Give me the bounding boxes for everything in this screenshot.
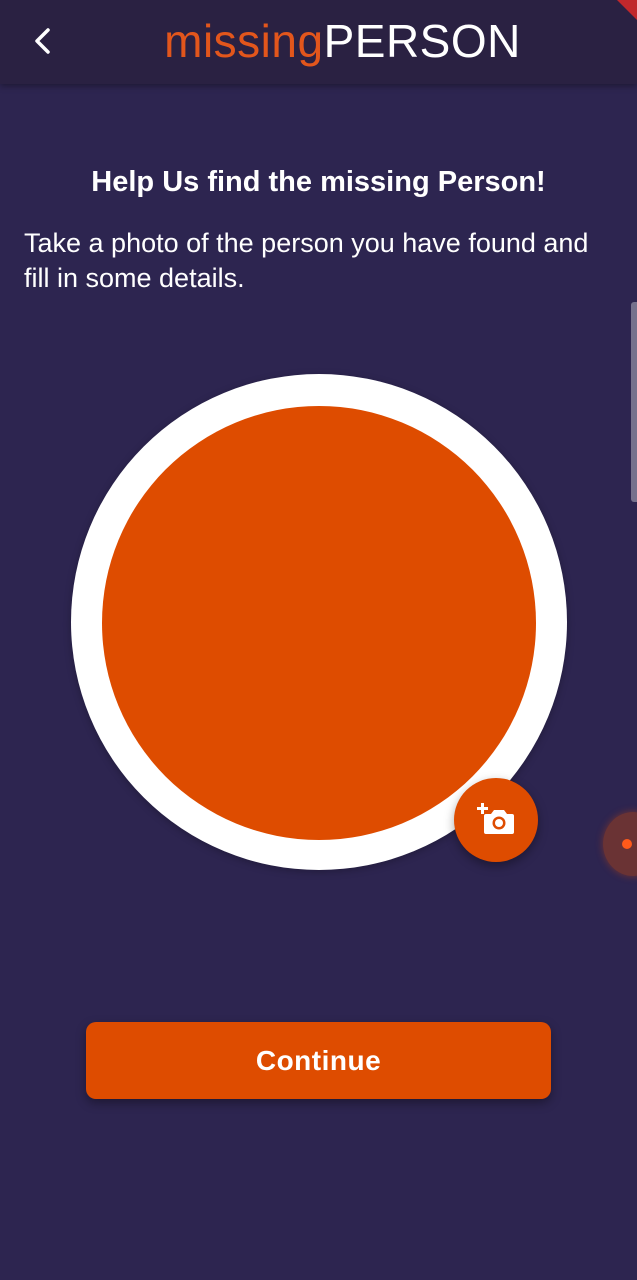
instructions-text: Take a photo of the person you have foun…: [24, 228, 589, 293]
add-camera-icon: [477, 803, 514, 834]
app-logo: missingPERSON: [0, 14, 637, 68]
bubble-dot: [622, 839, 632, 849]
scrollbar[interactable]: [631, 302, 637, 502]
debug-corner-ribbon: [617, 0, 637, 20]
add-photo-button[interactable]: [454, 778, 538, 862]
logo-word-missing: missing: [164, 15, 324, 67]
page-heading: Help Us find the missing Person!: [91, 166, 546, 198]
continue-button[interactable]: Continue: [86, 1022, 551, 1099]
app-bar: missingPERSON: [0, 0, 637, 84]
logo-word-person: PERSON: [323, 15, 521, 67]
photo-placeholder[interactable]: [102, 406, 536, 840]
floating-assist-bubble[interactable]: [603, 812, 637, 876]
